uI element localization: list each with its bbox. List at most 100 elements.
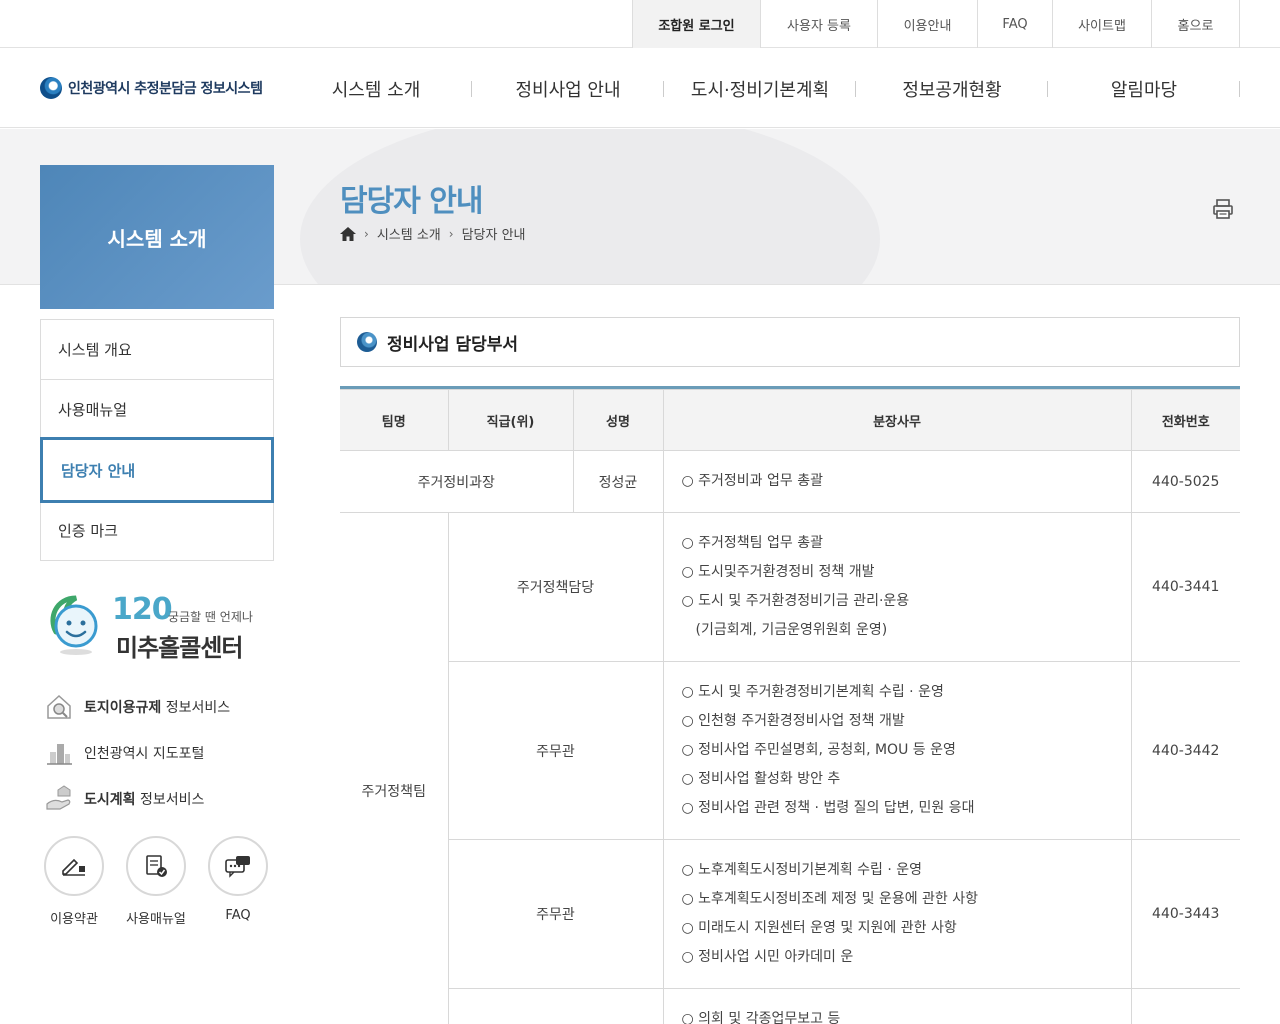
cell-duties: ○ 도시 및 주거환경정비기본계획 수립 · 운영 ○ 인천형 주거환경정비사업… — [662, 661, 1132, 840]
cell-phone: 440-3441 — [1130, 512, 1240, 662]
breadcrumb-item[interactable]: 시스템 소개 — [377, 224, 441, 243]
logo-text: 인천광역시 추정분담금 정보시스템 — [68, 81, 263, 97]
manual-check-icon — [126, 836, 186, 896]
cell-duties: ○ 의회 및 각종업무보고 등 — [662, 988, 1132, 1024]
table-row: 주무관 ○ 도시 및 주거환경정비기본계획 수립 · 운영 ○ 인천형 주거환경… — [340, 661, 1240, 840]
header-phone: 전화번호 — [1130, 389, 1240, 451]
quick-link-map-portal[interactable]: 인천광역시 지도포털 — [44, 730, 274, 776]
table-row: 주무관 ○ 노후계획도시정비기본계획 수립 · 운영 ○ 노후계획도시정비조례 … — [340, 839, 1240, 989]
duty-line: ○ 주거정책팀 업무 총괄 — [681, 535, 824, 551]
duty-line: ○ 정비사업 주민설명회, 공청회, MOU 등 운영 — [681, 742, 956, 758]
cell-duties: ○ 노후계획도시정비기본계획 수립 · 운영 ○ 노후계획도시정비조례 제정 및… — [662, 839, 1132, 989]
cell-phone — [1130, 988, 1240, 1024]
shortcut-label: FAQ — [225, 908, 251, 923]
quick-links: 토지이용규제 정보서비스 인천광역시 지도포털 도시계획 정보서비스 — [44, 684, 274, 822]
lnb-item-contacts[interactable]: 담당자 안내 — [40, 437, 274, 503]
section-title-box: 정비사업 담당부서 — [340, 317, 1240, 367]
utility-nav: 조합원 로그인 사용자 등록 이용안내 FAQ 사이트맵 홈으로 — [632, 0, 1240, 48]
callcenter-name: 미추홀콜센터 — [116, 634, 243, 662]
quick-link-bold: 토지이용규제 — [84, 700, 162, 716]
callcenter-subtitle: 궁금할 땐 언제나 — [168, 610, 253, 624]
duty-line: ○ 정비사업 활성화 방안 추 — [681, 771, 841, 787]
callcenter-number: 120 — [112, 592, 173, 627]
lnb-title: 시스템 소개 — [40, 165, 274, 309]
circle-shortcuts: 이용약관 사용매뉴얼 FAQ — [44, 836, 268, 927]
lnb-item-overview[interactable]: 시스템 개요 — [41, 320, 273, 380]
quick-link-rest: 정보서비스 — [135, 792, 205, 808]
breadcrumb: › 시스템 소개 › 담당자 안내 — [340, 224, 526, 243]
cell-duties: ○ 주거정책팀 업무 총괄 ○ 도시및주거환경정비 정책 개발 ○ 도시 및 주… — [662, 512, 1132, 662]
duty-line: ○ 정비사업 시민 아카데미 운 — [681, 949, 854, 965]
quick-link-rest: 정보서비스 — [161, 700, 231, 716]
shortcut-label: 사용매뉴얼 — [126, 912, 186, 927]
quick-link-bold: 도시계획 — [84, 792, 136, 808]
table-header-row: 팀명 직급(위) 성명 분장사무 전화번호 — [340, 389, 1240, 451]
cell-rank — [447, 988, 664, 1024]
cell-rank: 주무관 — [447, 839, 664, 989]
lnb-item-cert-mark[interactable]: 인증 마크 — [41, 500, 273, 560]
site-logo[interactable]: 인천광역시 추정분담금 정보시스템 — [40, 77, 263, 99]
table-row: ○ 의회 및 각종업무보고 등 — [340, 988, 1240, 1024]
print-icon[interactable] — [1212, 198, 1234, 220]
shortcut-manual[interactable]: 사용매뉴얼 — [126, 836, 186, 927]
duty-line: ○ 의회 및 각종업무보고 등 — [681, 1011, 841, 1024]
cell-team: 주거정비과장 — [340, 450, 574, 513]
header-team: 팀명 — [340, 389, 449, 451]
pen-sign-icon — [44, 836, 104, 896]
gnb-menu: 시스템 소개 정비사업 안내 도시·정비기본계획 정보공개현황 알림마당 — [280, 49, 1240, 128]
user-register-link[interactable]: 사용자 등록 — [761, 0, 878, 48]
chat-bubble-icon — [208, 836, 268, 896]
shortcut-label: 이용약관 — [50, 912, 98, 927]
cell-phone: 440-3442 — [1130, 661, 1240, 840]
shortcut-faq[interactable]: FAQ — [208, 836, 268, 927]
global-nav: 인천광역시 추정분담금 정보시스템 시스템 소개 정비사업 안내 도시·정비기본… — [0, 49, 1280, 128]
duty-line: ○ 주거정비과 업무 총괄 — [681, 473, 824, 489]
header-duties: 분장사무 — [662, 389, 1132, 451]
shortcut-terms[interactable]: 이용약관 — [44, 836, 104, 927]
cell-name: 정성균 — [572, 450, 664, 513]
gnb-item-disclosure[interactable]: 정보공개현황 — [856, 49, 1048, 128]
logo-mark-icon — [40, 77, 62, 99]
quick-link-land-use[interactable]: 토지이용규제 정보서비스 — [44, 684, 274, 730]
gnb-item-basic-plan[interactable]: 도시·정비기본계획 — [664, 49, 856, 128]
contacts-table-wrap: 팀명 직급(위) 성명 분장사무 전화번호 주거정비과장 정성균 ○ 주거정비과… — [340, 386, 1240, 1024]
duty-line: ○ 도시 및 주거환경정비기금 관리·운용 — [681, 593, 910, 609]
usage-guide-link[interactable]: 이용안내 — [878, 0, 978, 48]
quick-link-rest: 인천광역시 지도포털 — [84, 746, 205, 762]
cell-rank: 주거정책담당 — [447, 512, 664, 662]
cell-duties: ○ 주거정비과 업무 총괄 — [662, 450, 1132, 513]
gnb-item-notice[interactable]: 알림마당 — [1048, 49, 1240, 128]
member-login-link[interactable]: 조합원 로그인 — [633, 0, 761, 48]
gnb-item-system-intro[interactable]: 시스템 소개 — [280, 49, 472, 128]
cell-rank: 주무관 — [447, 661, 664, 840]
section-mark-icon — [357, 332, 377, 352]
utility-bar: 조합원 로그인 사용자 등록 이용안내 FAQ 사이트맵 홈으로 — [0, 0, 1280, 48]
cell-phone: 440-5025 — [1130, 450, 1240, 513]
duty-line: (기금회계, 기금운영위원회 운영) — [695, 622, 888, 638]
lnb-menu: 시스템 개요 사용매뉴얼 담당자 안내 인증 마크 — [40, 319, 274, 561]
lnb-item-manual[interactable]: 사용매뉴얼 — [41, 380, 273, 440]
duty-line: ○ 정비사업 관련 정책 · 법령 질의 답변, 민원 응대 — [681, 800, 975, 816]
sitemap-link[interactable]: 사이트맵 — [1053, 0, 1152, 48]
gnb-item-project-guide[interactable]: 정비사업 안내 — [472, 49, 664, 128]
header-name: 성명 — [572, 389, 664, 451]
table-row: 주거정비과장 정성균 ○ 주거정비과 업무 총괄 440-5025 — [340, 450, 1240, 513]
duty-line: ○ 노후계획도시정비기본계획 수립 · 운영 — [681, 862, 923, 878]
callcenter-mascot-icon — [50, 595, 98, 655]
home-link[interactable]: 홈으로 — [1152, 0, 1240, 48]
duty-line: ○ 도시 및 주거환경정비기본계획 수립 · 운영 — [681, 684, 944, 700]
home-icon[interactable] — [340, 226, 356, 241]
callcenter-banner[interactable]: 120 궁금할 땐 언제나 미추홀콜센터 — [46, 590, 276, 662]
hand-house-icon — [44, 784, 74, 814]
duty-line: ○ 인천형 주거환경정비사업 정책 개발 — [681, 713, 905, 729]
quick-link-urban-plan[interactable]: 도시계획 정보서비스 — [44, 776, 274, 822]
city-building-icon — [44, 738, 74, 768]
faq-link[interactable]: FAQ — [978, 0, 1053, 48]
cell-team: 주거정책팀 — [340, 512, 449, 1024]
page-title: 담당자 안내 — [340, 184, 483, 219]
duty-line: ○ 노후계획도시정비조례 제정 및 운용에 관한 사항 — [681, 891, 979, 907]
cell-phone: 440-3443 — [1130, 839, 1240, 989]
chevron-right-icon: › — [364, 226, 369, 241]
section-title: 정비사업 담당부서 — [387, 334, 519, 355]
duty-line: ○ 도시및주거환경정비 정책 개발 — [681, 564, 875, 580]
